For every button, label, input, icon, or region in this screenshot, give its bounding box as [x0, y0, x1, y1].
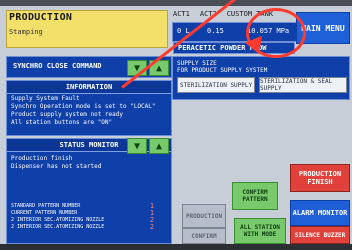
silence-buzzer-button[interactable]: SILENCE BUZZER	[290, 226, 350, 244]
confirm-button[interactable]: CONFIRM	[182, 228, 226, 244]
down-arrow-icon: ▼	[133, 140, 141, 152]
pattern-numbers: 1 1 2 2	[143, 203, 161, 231]
status-line: Production finish	[11, 155, 73, 162]
synchro-label: SYNCHRO CLOSE COMMAND	[13, 62, 102, 70]
information-lines: Supply System Fault Synchro Operation mo…	[11, 95, 167, 127]
sterilization-seal-supply-button[interactable]: STERILIZATION & SEAL SUPPLY	[259, 77, 347, 93]
pattern-lines: STANDARD PATTERN NUMBER CURRENT PATTERN …	[11, 203, 137, 231]
production-button[interactable]: PRODUCTION	[182, 204, 226, 228]
status-up-button[interactable]: ▲	[149, 138, 169, 154]
pattern-line: 2 INTERIOR SEC.ATOMIZING NOZZLE	[11, 224, 105, 230]
info-line: Synchro Operation mode is set to "LOCAL"	[11, 103, 156, 110]
page-subtitle: Stamping	[9, 28, 43, 36]
act1-label: ACT1	[173, 10, 190, 18]
confirm-pattern-button[interactable]: CONFIRM PATTERN	[232, 182, 278, 210]
monitor-bezel-bottom	[0, 244, 352, 250]
status-down-button[interactable]: ▼	[127, 138, 147, 154]
info-line: Supply System Fault	[11, 95, 80, 102]
page-title: PRODUCTION	[9, 12, 73, 23]
up-arrow-icon: ▲	[155, 140, 163, 152]
information-panel: INFORMATION Supply System Fault Synchro …	[6, 80, 172, 136]
status-lines: Production finish Dispenser has not star…	[11, 155, 167, 171]
hmi-screen: PRODUCTION Stamping ACT1 ACT2 CUSTOM TAN…	[0, 0, 352, 250]
info-line: Product supply system not ready	[11, 111, 123, 118]
pattern-line: STANDARD PATTERN NUMBER	[11, 203, 81, 209]
supply-panel: SUPPLY SIZE FOR PRODUCT SUPPLY SYSTEM ST…	[172, 56, 350, 100]
supply-type-label: FOR PRODUCT SUPPLY SYSTEM	[177, 67, 268, 74]
pattern-line: 2 INTERIOR SEC.ATOMIZING NOZZLE	[11, 217, 105, 223]
production-finish-button[interactable]: PRODUCTION FINISH	[290, 164, 350, 192]
status-line: Dispenser has not started	[11, 163, 102, 170]
supply-size-label: SUPPLY SIZE	[177, 60, 217, 67]
alarm-monitor-button[interactable]: ALARM MONITOR	[290, 200, 350, 226]
pattern-number: 2	[149, 223, 155, 231]
act2-value: 0.15	[207, 27, 224, 35]
info-line: All station buttons are "ON"	[11, 119, 113, 126]
sterilization-supply-button[interactable]: STERILIZATION SUPPLY	[177, 77, 255, 93]
all-station-mode-button[interactable]: ALL STATION WITH MODE	[234, 218, 286, 244]
status-monitor-panel: STATUS MONITOR ▼ ▲ Production finish Dis…	[6, 138, 172, 244]
up-arrow-icon: ▲	[155, 62, 163, 74]
monitor-bezel-top	[0, 0, 352, 6]
information-header: INFORMATION	[7, 81, 171, 94]
pattern-line: CURRENT PATTERN NUMBER	[11, 210, 78, 216]
main-menu-label: MAIN MENU	[301, 23, 345, 33]
